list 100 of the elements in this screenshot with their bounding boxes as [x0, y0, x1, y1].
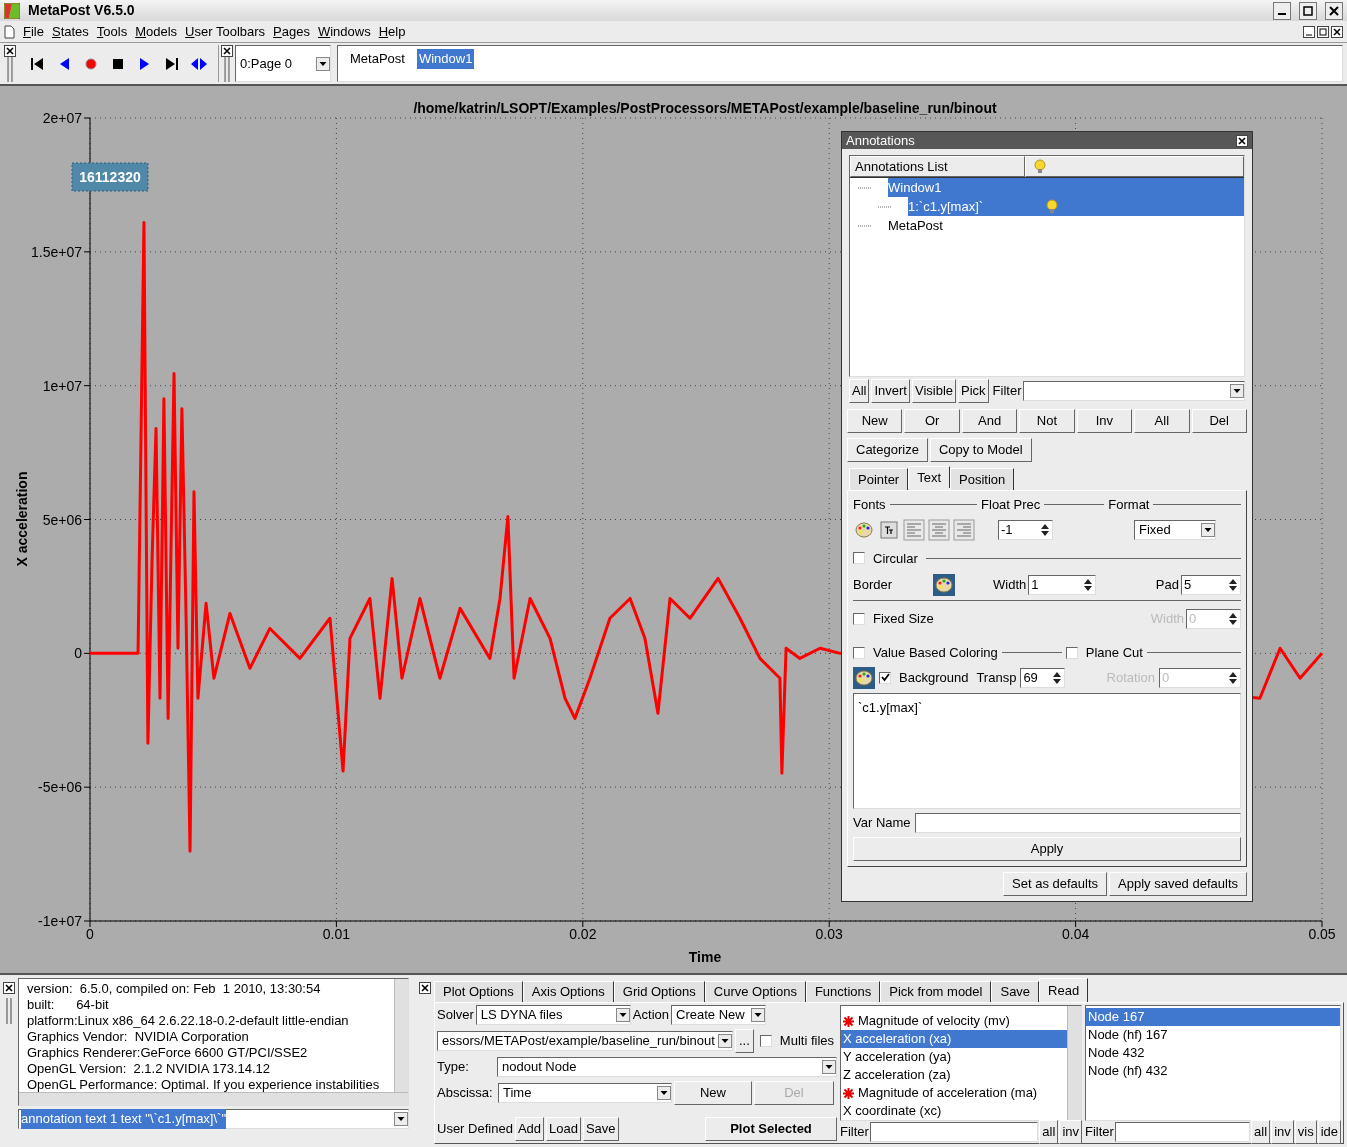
menu-item[interactable]: Tools [96, 21, 128, 42]
button[interactable]: vis [1294, 1120, 1317, 1144]
action-dropdown[interactable]: Create New [671, 1005, 766, 1025]
menu-item[interactable]: Help [378, 21, 406, 42]
button[interactable]: all [1039, 1120, 1059, 1144]
dropdown-caret-icon[interactable] [615, 1008, 630, 1022]
button[interactable]: New [674, 1081, 752, 1105]
menu-item[interactable]: Models [135, 21, 178, 42]
button[interactable]: ide [1317, 1120, 1341, 1144]
light-bulb-icon[interactable] [1034, 159, 1046, 174]
tab[interactable]: Pointer [849, 468, 909, 490]
spin-field[interactable]: 1 [1028, 575, 1097, 595]
dropdown-caret-icon[interactable] [1230, 384, 1244, 398]
type-dropdown[interactable]: nodout Node [497, 1057, 837, 1077]
button[interactable]: And [961, 409, 1018, 433]
checkbox[interactable] [853, 646, 865, 659]
spin-field[interactable]: -1 [998, 519, 1053, 540]
button[interactable]: Categorize [847, 438, 928, 462]
close-button[interactable] [1236, 134, 1248, 147]
maximize-icon[interactable] [1303, 5, 1313, 16]
button[interactable]: Invert [871, 379, 910, 403]
tab[interactable]: Save [991, 981, 1040, 1002]
column-header[interactable] [1025, 156, 1244, 177]
button[interactable]: ... [735, 1029, 754, 1053]
button[interactable]: all [1251, 1120, 1271, 1144]
palette-icon[interactable] [933, 574, 955, 596]
window-tab[interactable]: MetaPost [348, 49, 407, 69]
light-bulb-icon[interactable] [1046, 199, 1058, 214]
button[interactable]: Add [514, 1117, 544, 1141]
solver-dropdown[interactable]: LS DYNA files [475, 1005, 631, 1025]
list-item[interactable]: Y acceleration (ya) [841, 1048, 1067, 1066]
file-path-dropdown[interactable]: essors/METAPost/example/baseline_run/binout [437, 1031, 733, 1051]
spinner-arrows-icon[interactable] [1228, 611, 1238, 627]
plot-selected-button[interactable]: Plot Selected [705, 1117, 837, 1141]
list-item[interactable]: Node 432 [1086, 1044, 1340, 1062]
dropdown-caret-icon[interactable] [822, 1060, 836, 1074]
maximize-button[interactable] [1299, 1, 1317, 20]
filter-field[interactable] [1114, 1122, 1251, 1142]
tab[interactable]: Grid Options [613, 981, 705, 1002]
close-button[interactable] [221, 45, 233, 57]
restore-icon[interactable] [1317, 25, 1329, 38]
var-name-field[interactable] [914, 812, 1241, 833]
menu-item[interactable]: Windows [317, 21, 371, 42]
tree-item[interactable]: Window1 [888, 178, 1244, 197]
list-item[interactable]: Node 167 [1086, 1008, 1340, 1026]
tab[interactable]: Text [908, 466, 951, 488]
format-dropdown[interactable]: Fixed [1134, 519, 1216, 540]
list-item[interactable]: X acceleration (xa) [841, 1030, 1067, 1048]
list-item[interactable]: Magnitude of velocity (mv) [841, 1012, 1067, 1030]
close-icon[interactable] [1329, 5, 1339, 16]
horizontal-scrollbar[interactable] [19, 1092, 408, 1105]
button[interactable]: All [849, 379, 870, 403]
page-dropdown[interactable]: 0:Page 0 [235, 45, 331, 82]
tab[interactable]: Curve Options [704, 981, 806, 1002]
dropdown-caret-icon[interactable] [718, 1034, 732, 1048]
tab[interactable]: Pick from model [880, 981, 992, 1002]
close-button[interactable] [1325, 1, 1343, 20]
toolbar-grip-icon[interactable] [6, 57, 14, 82]
dropdown-caret-icon[interactable] [751, 1008, 765, 1022]
list-item[interactable]: Magnitude of acceleration (ma) [841, 1084, 1067, 1102]
button[interactable]: Load [546, 1117, 581, 1141]
tab[interactable]: Position [950, 468, 1015, 490]
palette-icon[interactable] [853, 666, 875, 689]
dropdown-caret-icon[interactable] [1201, 522, 1215, 537]
dropdown-caret-icon[interactable] [657, 1086, 671, 1100]
button[interactable]: Or [904, 409, 960, 433]
menu-item[interactable]: States [51, 21, 89, 42]
tab[interactable]: Functions [805, 981, 881, 1002]
menu-item[interactable]: Pages [273, 21, 310, 42]
tree-item[interactable]: MetaPost [888, 216, 1244, 235]
button[interactable]: Not [1019, 409, 1075, 433]
button[interactable]: Pick [958, 379, 989, 403]
button[interactable]: All [1134, 409, 1190, 433]
minimize-icon[interactable] [1303, 25, 1315, 38]
button[interactable]: inv [1059, 1120, 1082, 1144]
spinner-arrows-icon[interactable] [1228, 577, 1238, 593]
filter-field[interactable] [1023, 381, 1245, 401]
button[interactable]: Save [582, 1117, 619, 1141]
apply-button[interactable]: Apply [853, 836, 1241, 861]
dropdown-caret-icon[interactable] [316, 56, 330, 71]
list-item[interactable]: Node (hf) 432 [1086, 1062, 1340, 1080]
close-button[interactable] [4, 45, 16, 57]
toolbar-grip-icon[interactable] [5, 998, 13, 1024]
window-tab[interactable]: Window1 [416, 49, 475, 69]
menu-item[interactable]: File [23, 21, 44, 42]
minimize-button[interactable] [1273, 1, 1291, 20]
button[interactable]: Del [1191, 409, 1247, 433]
list-item[interactable]: Z acceleration (za) [841, 1066, 1067, 1084]
close-button[interactable] [3, 982, 15, 994]
abscissa-dropdown[interactable]: Time [498, 1083, 672, 1103]
spin-field[interactable]: 5 [1181, 575, 1241, 595]
checkbox[interactable] [1065, 646, 1078, 659]
button[interactable]: inv [1271, 1120, 1294, 1144]
column-header[interactable]: Annotations List [850, 156, 1025, 177]
close-button[interactable] [419, 982, 431, 994]
button[interactable]: New [847, 409, 903, 433]
toolbar-grip-icon[interactable] [223, 57, 231, 82]
checkbox[interactable] [759, 1035, 772, 1047]
list-item[interactable]: X coordinate (xc) [841, 1102, 1067, 1120]
close-icon[interactable] [1331, 25, 1343, 38]
